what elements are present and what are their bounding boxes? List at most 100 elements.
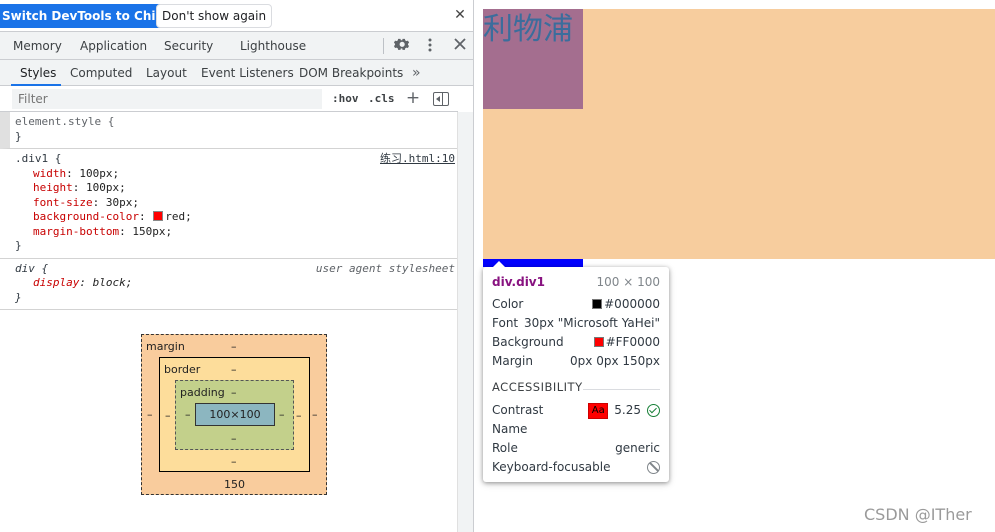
declaration[interactable]: height: 100px; [15,181,454,196]
property-name[interactable]: margin-bottom [33,225,119,238]
property-name[interactable]: width [33,167,66,180]
source-line[interactable]: :10 [435,152,455,165]
padding-right-value[interactable]: – [279,408,285,421]
declaration[interactable]: font-size: 30px; [15,196,454,211]
tooltip-header: div.div1 100 × 100 [492,273,660,291]
border-box[interactable]: border – – – – padding – – – – 100×100 [159,357,310,472]
property-name[interactable]: height [33,181,73,194]
padding-top-value[interactable]: – [231,386,237,399]
styles-scrollbar[interactable] [457,112,473,532]
more-tabs-chevron-icon[interactable]: » [412,60,421,86]
color-swatch[interactable] [153,211,164,221]
not-focusable-icon [647,458,660,476]
margin-top-value[interactable]: – [231,340,237,353]
tooltip-row-margin: Margin 0px 0px 150px [492,352,660,370]
tooltip-arrow [493,261,505,267]
property-value[interactable]: red; [165,210,192,223]
rule-close-brace: } [15,290,22,304]
color-swatch [593,337,604,347]
close-devtools-icon[interactable] [451,37,469,55]
content-box[interactable]: 100×100 [195,403,275,426]
contrast-ratio: 5.25 [614,403,641,417]
padding-left-value[interactable]: – [185,408,191,421]
tooltip-row-name: Name [492,420,660,438]
kebab-menu-icon[interactable] [421,37,439,55]
property-value[interactable]: 30px; [106,196,139,209]
property-value[interactable]: 150px; [132,225,172,238]
tab-dom-breakpoints[interactable]: DOM Breakpoints [299,60,403,86]
tab-lighthouse[interactable]: Lighthouse [240,32,306,60]
row-label: Contrast [492,403,544,417]
language-infobar: Switch DevTools to Chinese Don't show ag… [0,0,473,32]
gear-icon[interactable] [393,37,411,55]
row-value: #000000 [592,295,660,313]
border-top-value[interactable]: – [231,363,237,376]
accessibility-divider [583,389,660,390]
row-label: Role [492,441,518,455]
row-value: 30px "Microsoft YaHei" [523,316,660,330]
div1-margin-highlight: 利物浦 [483,9,995,259]
row-value-text: #000000 [604,297,660,311]
devtools-panel: Switch DevTools to Chinese Don't show ag… [0,0,474,532]
toggle-sidebar-icon[interactable] [433,92,449,106]
border-bottom-value[interactable]: – [231,455,237,468]
tab-event-listeners[interactable]: Event Listeners [201,60,294,86]
style-rules: element.style { } .div1 { 练习.html:10 wid… [0,112,458,310]
border-label: border [164,363,201,376]
filter-input[interactable] [12,89,322,109]
row-value: 0px 0px 150px [570,354,660,368]
class-toggle[interactable]: .cls [368,90,395,108]
accessibility-heading: ACCESSIBILITY [492,380,583,394]
margin-left-value[interactable]: – [147,408,153,421]
element-style-rule[interactable]: element.style { } [0,112,458,149]
margin-bottom-value[interactable]: 150 [224,478,245,491]
tooltip-row-contrast: Contrast Aa 5.25 [492,401,660,419]
row-label: Color [492,297,524,311]
tab-memory[interactable]: Memory [13,32,62,60]
tooltip-row-focusable: Keyboard-focusable [492,458,660,476]
property-name[interactable]: font-size [33,196,93,209]
declaration[interactable]: background-color: red; [15,210,454,225]
new-style-rule-icon[interactable]: + [404,88,422,108]
box-model-diagram[interactable]: margin – – – 150 border – – – – padding … [141,334,327,495]
contrast-badge: Aa [588,402,609,419]
inspect-tooltip: div.div1 100 × 100 Color #000000 Font 30… [483,261,669,482]
tab-styles[interactable]: Styles [20,60,56,86]
property-value[interactable]: 100px; [79,167,119,180]
div1-text: 利物浦 [483,12,573,47]
div1-rule[interactable]: .div1 { 练习.html:10 width: 100px; height:… [0,149,458,259]
tooltip-row-color: Color #000000 [492,295,660,313]
declaration[interactable]: margin-bottom: 150px; [15,225,454,240]
property-value[interactable]: 100px; [86,181,126,194]
padding-bottom-value[interactable]: – [231,432,237,445]
rule-selector: element.style { [15,115,115,128]
tab-security[interactable]: Security [164,32,213,60]
rule-close-brace: } [15,239,22,252]
property-value: block; [92,276,133,289]
declaration[interactable]: width: 100px; [15,167,454,182]
dont-show-again-button[interactable]: Don't show again [156,4,273,28]
rule-source-link[interactable]: 练习.html:10 [380,152,455,167]
tab-computed[interactable]: Computed [70,60,132,86]
styles-filter-bar: :hov .cls + [0,86,458,112]
property-name[interactable]: background-color [33,210,139,223]
row-label: Background [492,335,564,349]
padding-label: padding [180,386,225,399]
styles-sub-tab-bar: Styles Computed Layout Event Listeners D… [0,60,473,86]
tooltip-row-role: Role generic [492,439,660,457]
border-right-value[interactable]: – [296,409,302,422]
row-value: generic [615,441,660,455]
source-file[interactable]: 练习.html [380,152,435,165]
infobar-close-icon[interactable]: ✕ [452,7,468,23]
rule-close-brace: } [15,129,22,143]
padding-box[interactable]: padding – – – – 100×100 [175,380,294,450]
margin-right-value[interactable]: – [312,408,318,421]
tab-application[interactable]: Application [80,32,147,60]
page-viewport: 利物浦 div.div1 100 × 100 Color #000000 Fon… [475,0,995,532]
row-label: Font [492,316,519,330]
border-left-value[interactable]: – [165,409,171,422]
hover-state-toggle[interactable]: :hov [332,90,359,108]
tab-layout[interactable]: Layout [146,60,187,86]
row-value: Aa 5.25 [588,401,660,419]
user-agent-rule[interactable]: div { user agent stylesheet display: blo… [0,259,458,310]
